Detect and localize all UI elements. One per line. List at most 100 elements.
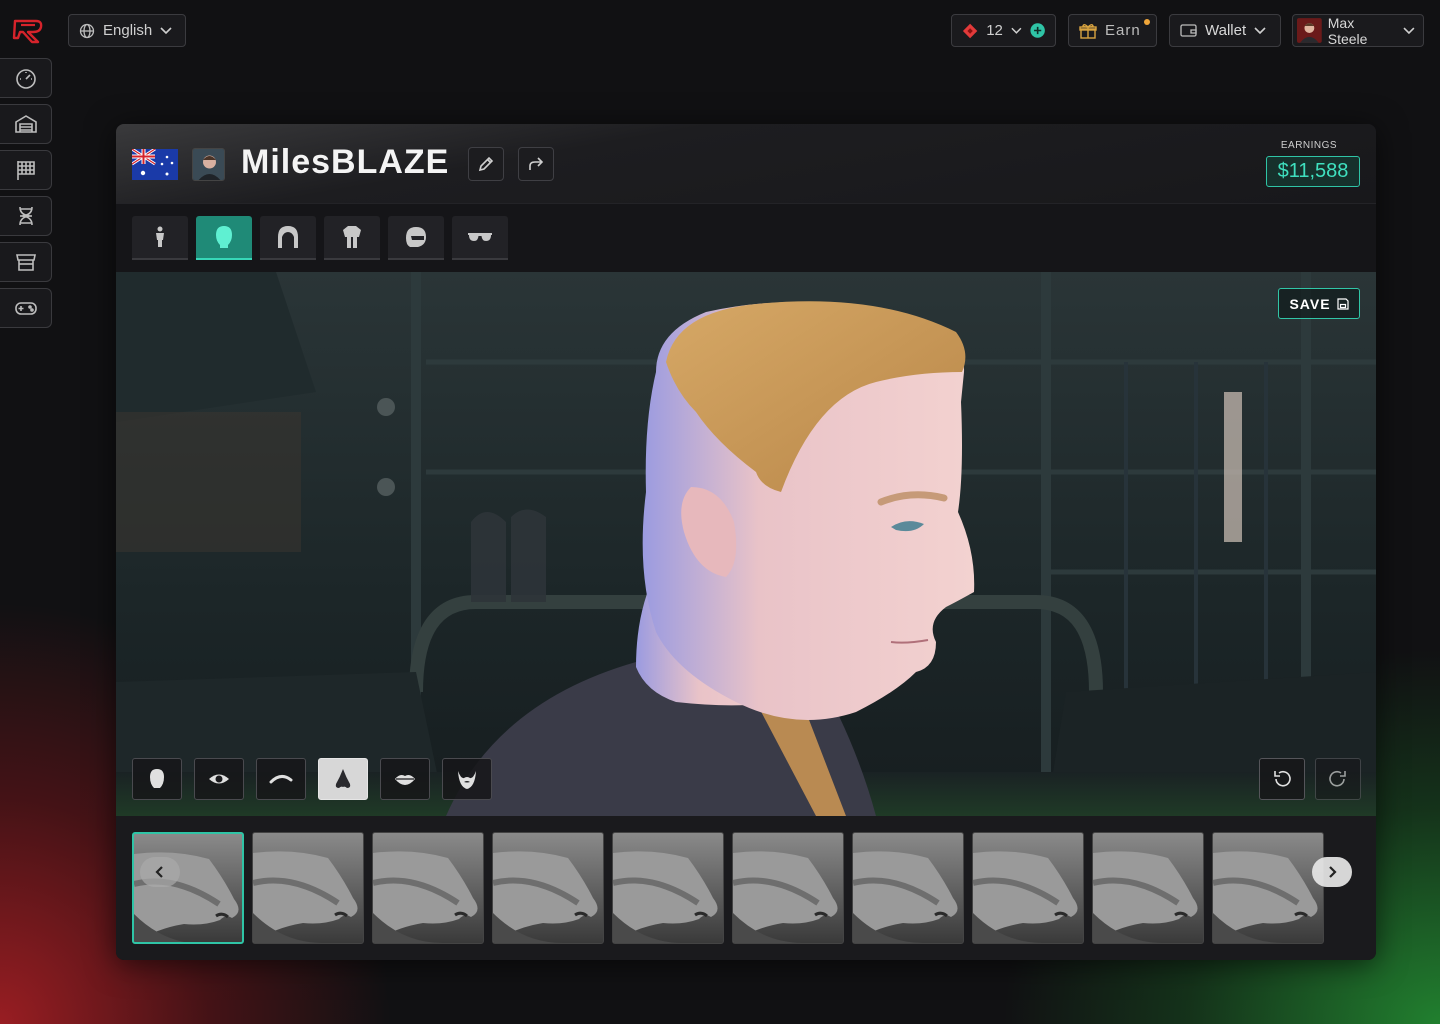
sidebar-item-games[interactable] — [0, 288, 52, 328]
nose-preview-image — [853, 851, 958, 943]
share-button[interactable] — [518, 147, 554, 181]
add-tickets-icon[interactable] — [1030, 22, 1045, 39]
earn-label: Earn — [1105, 22, 1141, 39]
lips-icon — [395, 775, 415, 785]
nose-preview-image — [373, 851, 478, 943]
tab-helmet[interactable] — [388, 216, 444, 260]
nose-option[interactable] — [1212, 832, 1324, 944]
nose-preview-image — [493, 851, 598, 943]
chevron-right-icon — [1329, 866, 1337, 878]
nose-option[interactable] — [132, 832, 244, 944]
carousel-next-button[interactable] — [1312, 857, 1352, 887]
save-label: SAVE — [1289, 295, 1331, 312]
dashboard-gauge-icon — [15, 69, 36, 89]
user-menu[interactable]: Max Steele — [1292, 14, 1424, 47]
nose-option[interactable] — [852, 832, 964, 944]
face-part-selector — [132, 758, 492, 800]
nose-icon — [335, 769, 351, 788]
brand-logo[interactable] — [12, 16, 44, 46]
sidebar-item-store[interactable] — [0, 242, 52, 282]
nose-option[interactable] — [972, 832, 1084, 944]
sidebar-item-garage[interactable] — [0, 104, 52, 144]
tab-body[interactable] — [132, 216, 188, 260]
chevron-down-icon — [1254, 26, 1266, 34]
save-button[interactable]: SAVE — [1278, 288, 1360, 319]
nose-preview-image — [733, 851, 838, 943]
nose-preview-image — [1213, 851, 1318, 943]
profile-avatar — [192, 148, 225, 181]
beard-icon — [458, 771, 476, 789]
tab-glasses[interactable] — [452, 216, 508, 260]
face-part-nose[interactable] — [318, 758, 368, 800]
nose-preview-image — [134, 852, 239, 942]
tab-head[interactable] — [196, 216, 252, 260]
redo-button[interactable] — [1315, 758, 1361, 800]
ticket-count: 12 — [986, 22, 1003, 39]
share-arrow-icon — [529, 157, 544, 170]
nose-preview-image — [1093, 851, 1198, 943]
avatar-3d-viewport[interactable]: SAVE — [116, 272, 1376, 816]
racing-flag-icon — [16, 161, 35, 180]
nose-preview-image — [253, 851, 358, 943]
face-part-face-shape[interactable] — [132, 758, 182, 800]
nose-option[interactable] — [252, 832, 364, 944]
chevron-down-icon — [1011, 27, 1022, 34]
undo-button[interactable] — [1259, 758, 1305, 800]
nose-preview-image — [973, 851, 1078, 943]
redo-icon — [1329, 770, 1346, 787]
eyebrow-icon — [269, 775, 293, 784]
earnings-value: $11,588 — [1266, 156, 1360, 187]
dna-icon — [18, 206, 33, 226]
earn-notification-dot — [1144, 19, 1150, 25]
gift-icon — [1079, 23, 1097, 39]
head-icon — [216, 226, 232, 248]
language-selector[interactable]: English — [68, 14, 186, 47]
store-icon — [15, 254, 36, 271]
nose-option[interactable] — [492, 832, 604, 944]
profile-name: MilesBLAZE — [241, 143, 450, 181]
nose-option[interactable] — [612, 832, 724, 944]
australia-flag-icon — [132, 149, 178, 180]
chevron-down-icon — [1403, 26, 1415, 34]
sidebar-item-races[interactable] — [0, 150, 52, 190]
ticket-icon — [962, 23, 978, 38]
wallet-icon — [1180, 24, 1197, 37]
face-part-beard[interactable] — [442, 758, 492, 800]
nose-option[interactable] — [372, 832, 484, 944]
edit-name-button[interactable] — [468, 147, 504, 181]
avatar-editor-card: MilesBLAZE EARNINGS $11,588 SAVE — [116, 124, 1376, 960]
pencil-icon — [478, 156, 494, 172]
sidebar-item-dashboard[interactable] — [0, 58, 52, 98]
sidebar-item-dna[interactable] — [0, 196, 52, 236]
face-part-eyes[interactable] — [194, 758, 244, 800]
earnings-label: EARNINGS — [1280, 140, 1338, 151]
face-shape-icon — [150, 769, 164, 788]
tab-hair[interactable] — [260, 216, 316, 260]
sidebar — [0, 58, 52, 334]
category-tabs — [132, 216, 508, 260]
eye-icon — [209, 774, 229, 784]
nose-preview-image — [613, 851, 718, 943]
avatar — [1297, 18, 1322, 43]
wallet-label: Wallet — [1205, 22, 1247, 39]
suit-icon — [343, 226, 361, 248]
user-name: Max Steele — [1327, 14, 1368, 47]
nose-option[interactable] — [732, 832, 844, 944]
chevron-left-icon — [155, 866, 163, 878]
wallet-button[interactable]: Wallet — [1169, 14, 1281, 47]
nose-options-carousel — [116, 816, 1376, 960]
tab-suit[interactable] — [324, 216, 380, 260]
undo-icon — [1274, 770, 1291, 787]
carousel-prev-button[interactable] — [140, 857, 180, 887]
hair-icon — [278, 226, 298, 248]
garage-icon — [14, 115, 37, 133]
body-icon — [156, 226, 164, 247]
tickets-selector[interactable]: 12 — [951, 14, 1056, 47]
floppy-disk-icon — [1336, 297, 1349, 310]
nose-option[interactable] — [1092, 832, 1204, 944]
profile-header: MilesBLAZE EARNINGS $11,588 — [116, 124, 1376, 204]
globe-icon — [79, 23, 95, 38]
earn-button[interactable]: Earn — [1068, 14, 1157, 47]
face-part-lips[interactable] — [380, 758, 430, 800]
face-part-eyebrows[interactable] — [256, 758, 306, 800]
